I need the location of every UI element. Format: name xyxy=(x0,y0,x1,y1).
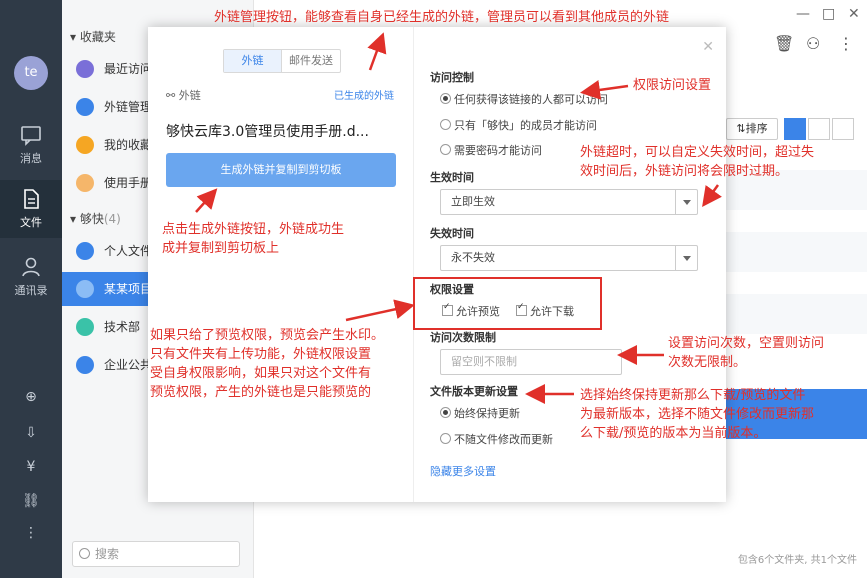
star-icon xyxy=(76,136,94,154)
tab-email[interactable]: 邮件发送 xyxy=(282,50,340,72)
version-option-fixed[interactable]: 不随文件修改而更新 xyxy=(440,431,553,447)
minimize-button[interactable]: — xyxy=(796,6,810,22)
access-option-members[interactable]: 只有「够快」的成员才能访问 xyxy=(440,117,597,133)
public-icon xyxy=(76,356,94,374)
permission-highlight-box xyxy=(413,277,602,330)
close-icon[interactable]: ✕ xyxy=(702,39,714,55)
avatar[interactable]: te xyxy=(14,56,48,90)
rail-item-messages[interactable]: 消息 xyxy=(0,124,62,166)
generate-link-button[interactable]: 生成外链并复制到剪切板 xyxy=(166,153,396,187)
contacts-icon xyxy=(22,257,40,277)
search-input[interactable]: 搜索 xyxy=(72,541,240,567)
search-icon xyxy=(79,548,90,559)
rail-item-label: 消息 xyxy=(20,152,42,165)
rail-item-label: 通讯录 xyxy=(14,284,48,297)
recent-icon xyxy=(76,60,94,78)
effective-time-select[interactable]: 立即生效 xyxy=(440,189,698,215)
list-view-button[interactable] xyxy=(808,118,830,140)
rail-item-label: 文件 xyxy=(20,216,42,229)
folder-summary: 包含6个文件夹, 共1个文件 xyxy=(737,555,857,566)
annotation-preview: 如果只给了预览权限，预览会产生水印。 只有文件夹有上传功能，外链权限设置 受自身权限… xyxy=(150,326,385,402)
link-icon[interactable]: ⛓ xyxy=(22,492,40,510)
annotation-version: 选择始终保持更新那么下载/预览的文件 为最新版本，选择不随文件修改而更新那 么下载/… xyxy=(580,388,815,441)
version-option-always[interactable]: 始终保持更新 xyxy=(440,405,520,421)
expire-time-title: 失效时间 xyxy=(430,227,474,240)
access-option-anyone[interactable]: 任何获得该链接的人都可以访问 xyxy=(440,91,608,107)
link-manage-icon xyxy=(76,98,94,116)
generated-links-link[interactable]: 已生成的外链 xyxy=(334,87,394,102)
left-rail: te 消息 文件 通讯录 ⊕ ⇩ ¥ ⛓ ⋮ xyxy=(0,0,62,578)
access-option-password[interactable]: 需要密码才能访问 xyxy=(440,142,542,158)
maximize-button[interactable]: □ xyxy=(822,6,835,22)
list-item[interactable] xyxy=(725,232,867,272)
file-icon xyxy=(24,189,39,209)
trash-icon[interactable]: 🗑 xyxy=(774,34,794,53)
download-icon[interactable]: ⇩ xyxy=(22,424,40,442)
sort-icon: ⇅ xyxy=(736,122,746,135)
favorites-header[interactable]: ▾ 收藏夹 xyxy=(70,28,116,45)
rail-item-files[interactable]: 文件 xyxy=(0,180,62,238)
dialog-tabs: 外链 邮件发送 xyxy=(223,49,341,73)
tab-link[interactable]: 外链 xyxy=(224,50,282,72)
yen-icon[interactable]: ¥ xyxy=(22,458,40,476)
thumb-view-button[interactable] xyxy=(832,118,854,140)
add-icon[interactable]: ⊕ xyxy=(22,388,40,406)
visit-count-input[interactable]: 留空则不限制 xyxy=(440,349,622,375)
manual-icon xyxy=(76,174,94,192)
project-icon xyxy=(76,280,94,298)
rail-item-contacts[interactable]: 通讯录 xyxy=(0,256,62,298)
dialog-left-panel: 外链 邮件发送 ⚯ 外链 已生成的外链 够快云库3.0管理员使用手册.d... … xyxy=(148,27,413,502)
access-control-title: 访问控制 xyxy=(430,71,474,84)
more-vertical-icon[interactable]: ⋮ xyxy=(838,34,854,53)
annotation-count: 设置访问次数，空置则访问 次数无限制。 xyxy=(668,336,825,370)
annotation-top: 外链管理按钮，能够查看自身已经生成的外链，管理员可以看到其他成员的外链 xyxy=(214,10,670,25)
hide-more-settings-link[interactable]: 隐藏更多设置 xyxy=(430,463,496,479)
file-name: 够快云库3.0管理员使用手册.d... xyxy=(166,124,369,140)
effective-time-title: 生效时间 xyxy=(430,171,474,184)
expire-time-select[interactable]: 永不失效 xyxy=(440,245,698,271)
folder-icon xyxy=(76,242,94,260)
chevron-down-icon xyxy=(675,190,697,214)
add-member-icon[interactable]: ⚇ xyxy=(806,34,820,53)
group-header[interactable]: ▾ 够快(4) xyxy=(70,210,121,227)
message-icon xyxy=(21,126,41,146)
link-label: ⚯ 外链 xyxy=(166,89,201,102)
grid-view-button[interactable] xyxy=(784,118,806,140)
annotation-access: 权限访问设置 xyxy=(633,78,712,93)
visit-count-title: 访问次数限制 xyxy=(430,331,496,344)
tech-icon xyxy=(76,318,94,336)
more-icon[interactable]: ⋮ xyxy=(22,524,40,542)
annotation-generate: 点击生成外链按钮，外链成功生 成并复制到剪切板上 xyxy=(162,222,345,256)
chevron-down-icon xyxy=(675,246,697,270)
close-window-button[interactable]: ✕ xyxy=(848,6,860,22)
sort-button[interactable]: ⇅排序 xyxy=(726,118,778,140)
annotation-expire: 外链超时，可以自定义失效时间，超过失 效时间后，外链访问将会限时过期。 xyxy=(580,145,815,179)
version-title: 文件版本更新设置 xyxy=(430,385,518,398)
list-item[interactable] xyxy=(725,294,867,334)
link-icon: ⚯ xyxy=(166,89,179,102)
